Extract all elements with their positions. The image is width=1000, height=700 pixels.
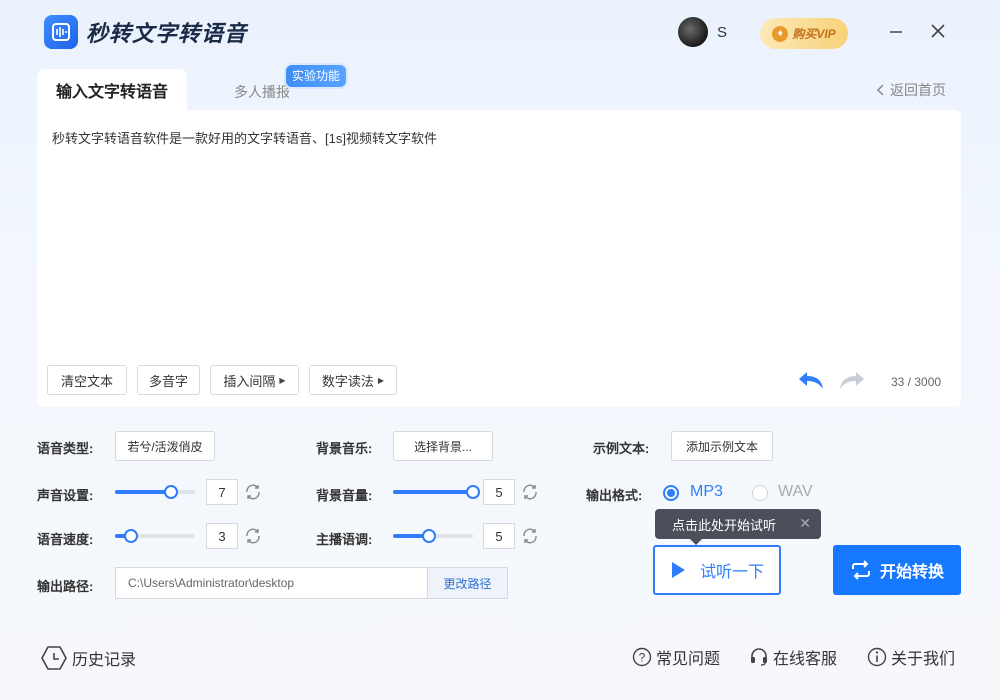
pitch-value[interactable]: 5 bbox=[483, 523, 515, 549]
faq-link[interactable]: ? 常见问题 bbox=[632, 645, 720, 669]
start-convert-button[interactable]: 开始转换 bbox=[833, 545, 961, 595]
text-editor[interactable] bbox=[37, 110, 961, 407]
reset-icon[interactable] bbox=[521, 527, 539, 550]
tooltip-close-icon[interactable]: ✕ bbox=[799, 515, 811, 532]
buy-vip-button[interactable]: ♦ 购买VIP bbox=[760, 18, 848, 49]
slider-knob bbox=[164, 485, 178, 499]
question-icon: ? bbox=[632, 647, 652, 667]
sample-text-label: 示例文本: bbox=[593, 438, 649, 457]
bg-volume-label: 背景音量: bbox=[316, 485, 372, 504]
bg-volume-slider[interactable] bbox=[393, 490, 473, 494]
bg-volume-value[interactable]: 5 bbox=[483, 479, 515, 505]
char-counter: 33 / 3000 bbox=[891, 375, 941, 389]
vip-label: 购买VIP bbox=[792, 25, 835, 42]
vip-diamond-icon: ♦ bbox=[772, 26, 788, 42]
clear-text-button[interactable]: 清空文本 bbox=[47, 365, 127, 395]
reset-icon[interactable] bbox=[244, 483, 262, 506]
play-icon bbox=[670, 561, 686, 579]
minimize-button[interactable] bbox=[884, 19, 908, 43]
pitch-slider[interactable] bbox=[393, 534, 473, 538]
voice-type-label: 语音类型: bbox=[37, 438, 93, 457]
experimental-badge: 实验功能 bbox=[286, 65, 346, 87]
back-home-link[interactable]: 返回首页 bbox=[876, 80, 946, 100]
speed-value[interactable]: 3 bbox=[206, 523, 238, 549]
speed-slider[interactable] bbox=[115, 534, 195, 538]
redo-icon[interactable] bbox=[838, 369, 866, 396]
voice-type-button[interactable]: 若兮/活泼俏皮 bbox=[115, 431, 215, 461]
number-reading-button[interactable]: 数字读法▶ bbox=[309, 365, 397, 395]
chevron-left-icon bbox=[876, 84, 884, 96]
reset-icon[interactable] bbox=[244, 527, 262, 550]
select-bg-music-button[interactable]: 选择背景... bbox=[393, 431, 493, 461]
mp3-radio[interactable] bbox=[663, 485, 679, 501]
minimize-icon bbox=[888, 23, 904, 39]
preview-tooltip: 点击此处开始试听 ✕ bbox=[655, 509, 821, 539]
close-button[interactable] bbox=[926, 19, 950, 43]
caret-right-icon: ▶ bbox=[378, 376, 384, 385]
insert-pause-button[interactable]: 插入间隔▶ bbox=[210, 365, 299, 395]
svg-text:?: ? bbox=[639, 651, 646, 665]
output-path-label: 输出路径: bbox=[37, 576, 93, 595]
wav-label[interactable]: WAV bbox=[778, 483, 813, 501]
support-link[interactable]: 在线客服 bbox=[749, 645, 837, 669]
username[interactable]: S bbox=[717, 24, 727, 41]
app-logo bbox=[44, 15, 78, 49]
about-link[interactable]: 关于我们 bbox=[867, 645, 955, 669]
add-sample-text-button[interactable]: 添加示例文本 bbox=[671, 431, 773, 461]
output-path-input[interactable]: C:\Users\Administrator\desktop bbox=[115, 567, 427, 599]
headset-icon bbox=[749, 647, 769, 667]
avatar[interactable] bbox=[678, 17, 708, 47]
close-icon bbox=[930, 23, 946, 39]
preview-button[interactable]: 试听一下 bbox=[653, 545, 781, 595]
history-icon bbox=[40, 645, 68, 671]
slider-knob bbox=[466, 485, 480, 499]
history-link[interactable]: 历史记录 bbox=[40, 645, 136, 671]
mp3-label[interactable]: MP3 bbox=[690, 483, 723, 501]
output-format-label: 输出格式: bbox=[586, 485, 642, 504]
slider-knob bbox=[124, 529, 138, 543]
bg-music-label: 背景音乐: bbox=[316, 438, 372, 457]
tab-multi-broadcast[interactable]: 多人播报 bbox=[234, 82, 290, 102]
voice-setting-slider[interactable] bbox=[115, 490, 195, 494]
app-title: 秒转文字转语音 bbox=[86, 16, 247, 48]
voice-setting-label: 声音设置: bbox=[37, 485, 93, 504]
polyphone-button[interactable]: 多音字 bbox=[137, 365, 200, 395]
caret-right-icon: ▶ bbox=[279, 376, 285, 385]
reset-icon[interactable] bbox=[521, 483, 539, 506]
voice-setting-value[interactable]: 7 bbox=[206, 479, 238, 505]
tab-text-to-speech[interactable]: 输入文字转语音 bbox=[37, 69, 187, 111]
editor-text[interactable]: 秒转文字转语音软件是一款好用的文字转语音、[1s]视频转文字软件 bbox=[52, 128, 437, 147]
info-icon bbox=[867, 647, 887, 667]
speed-label: 语音速度: bbox=[37, 529, 93, 548]
undo-icon[interactable] bbox=[797, 369, 825, 396]
slider-knob bbox=[422, 529, 436, 543]
convert-icon bbox=[850, 560, 872, 580]
wav-radio[interactable] bbox=[752, 485, 768, 501]
pitch-label: 主播语调: bbox=[316, 529, 372, 548]
change-path-button[interactable]: 更改路径 bbox=[427, 567, 508, 599]
